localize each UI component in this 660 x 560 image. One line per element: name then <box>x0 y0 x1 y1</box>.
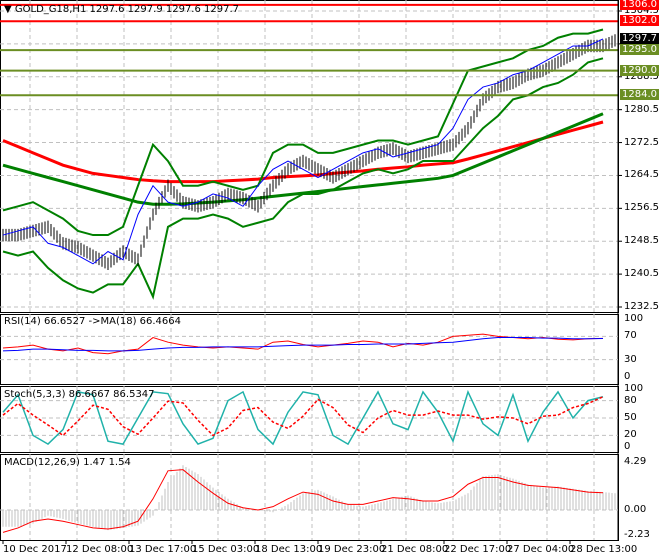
panel-frame <box>0 0 619 313</box>
stoch-tick-label: 0 <box>624 441 631 452</box>
time-tick-label: 27 Dec 04:00 <box>507 544 575 555</box>
price-tick-label: 1232.5 <box>624 301 659 312</box>
last-price-tag: 1297.7 <box>620 32 659 44</box>
stoch-tick-label: 80 <box>624 394 637 406</box>
macd-tick-label: -2.23 <box>624 528 650 540</box>
level-price-tag: 1295.0 <box>620 44 659 56</box>
level-price-tag: 1302.0 <box>620 15 659 27</box>
trading-chart[interactable]: ▼ GOLD_G18,H1 1297.6 1297.9 1297.6 1297.… <box>0 0 660 560</box>
bollinger-upper-line <box>2 28 604 237</box>
time-tick-label: 22 Dec 17:00 <box>444 544 512 555</box>
level-price-tag: 1306.0 <box>620 0 659 10</box>
time-tick-label: 13 Dec 17:00 <box>129 544 197 555</box>
rsi-title: RSI(14) 66.6527 ->MA(18) 66.4664 <box>4 316 181 327</box>
rsi-tick-label: 70 <box>624 330 637 342</box>
price-tick-label: 1240.5 <box>624 268 659 280</box>
stoch-tick-label: 50 <box>624 412 637 423</box>
rsi-line <box>2 333 604 355</box>
price-tick-label: 1248.5 <box>624 235 659 247</box>
time-tick-label: 15 Dec 03:00 <box>192 544 260 555</box>
macd-tick-label: 0.00 <box>624 504 647 515</box>
macd-tick-label: 4.29 <box>624 455 647 467</box>
stoch-tick-label: 20 <box>624 429 637 441</box>
stoch-signal-line <box>2 396 604 437</box>
price-tick-label: 1264.5 <box>624 169 659 181</box>
time-tick-label: 18 Dec 13:00 <box>255 544 323 555</box>
chart-canvas[interactable] <box>0 0 660 560</box>
level-price-tag: 1290.0 <box>620 64 659 76</box>
time-tick-label: 19 Dec 23:00 <box>318 544 386 555</box>
time-tick-label: 28 Dec 13:00 <box>570 544 638 555</box>
time-tick-label: 21 Dec 08:00 <box>381 544 449 555</box>
time-tick-label: 10 Dec 2017 <box>3 544 67 555</box>
stoch-tick-label: 100 <box>624 383 644 394</box>
time-tick-label: 12 Dec 08:00 <box>66 544 134 555</box>
rsi-tick-label: 0 <box>624 371 631 382</box>
rsi-tick-label: 100 <box>624 313 644 324</box>
stoch-title: Stoch(5,3,3) 86.6667 86.5347 <box>4 389 155 400</box>
macd-title: MACD(12,26,9) 1.47 1.54 <box>4 457 131 468</box>
level-price-tag: 1284.0 <box>620 89 659 101</box>
collapse-triangle-icon[interactable]: ▼ <box>4 4 12 15</box>
price-tick-label: 1256.5 <box>624 202 659 214</box>
price-tick-label: 1272.5 <box>624 136 659 148</box>
price-tick-label: 1280.5 <box>624 103 659 115</box>
chart-header: ▼ GOLD_G18,H1 1297.6 1297.9 1297.6 1297.… <box>4 4 239 15</box>
rsi-tick-label: 30 <box>624 353 637 365</box>
ohlc-label: 1297.6 1297.9 1297.6 1297.7 <box>89 4 240 15</box>
symbol-label: GOLD_G18,H1 <box>14 4 87 15</box>
